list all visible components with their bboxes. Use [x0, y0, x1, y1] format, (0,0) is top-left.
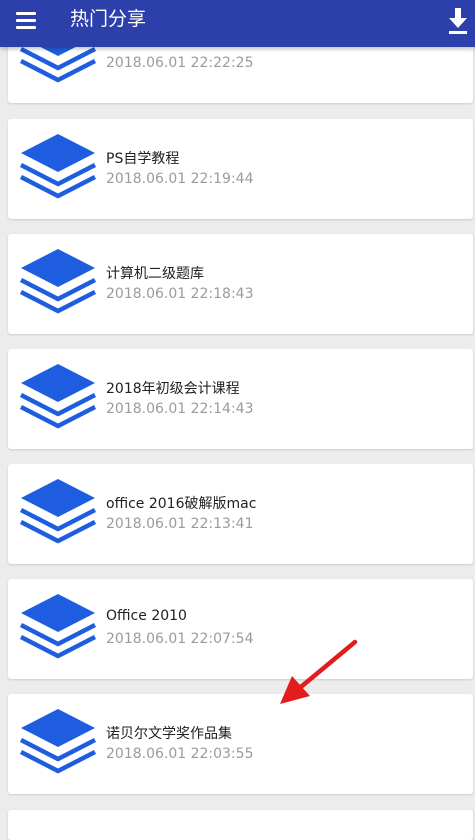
item-name: 2018年初级会计课程 [106, 381, 240, 397]
item-name: PS自学教程 [106, 151, 180, 167]
list-item[interactable]: PS自学教程 2018.06.01 22:19:44 [8, 119, 473, 219]
list-item[interactable]: 诺贝尔文学奖作品集 2018.06.01 22:03:55 [8, 694, 473, 794]
hamburger-icon[interactable] [14, 9, 40, 35]
download-icon[interactable] [446, 7, 470, 35]
item-name: 诺贝尔文学奖作品集 [106, 726, 232, 742]
layers-stack-icon [17, 362, 99, 436]
list-item[interactable] [8, 810, 473, 840]
app-bar: 热门分享 [0, 0, 475, 47]
page-title: 热门分享 [70, 8, 147, 30]
layers-stack-icon [17, 477, 99, 551]
item-date: 2018.06.01 22:07:54 [106, 631, 254, 647]
item-date: 2018.06.01 22:22:25 [106, 55, 254, 71]
item-name: Office 2010 [106, 608, 187, 624]
list-item[interactable]: office 2016破解版mac 2018.06.01 22:13:41 [8, 464, 473, 564]
list-item[interactable]: 2018年初级会计课程 2018.06.01 22:14:43 [8, 349, 473, 449]
item-date: 2018.06.01 22:19:44 [106, 171, 254, 187]
list-item[interactable]: Office 2010 2018.06.01 22:07:54 [8, 579, 473, 679]
annotation-arrow-icon [280, 639, 358, 704]
layers-stack-icon [17, 707, 99, 781]
layers-stack-icon [17, 592, 99, 666]
item-date: 2018.06.01 22:13:41 [106, 516, 254, 532]
item-date: 2018.06.01 22:18:43 [106, 286, 254, 302]
item-name: office 2016破解版mac [106, 496, 257, 512]
list-item[interactable]: 计算机二级题库 2018.06.01 22:18:43 [8, 234, 473, 334]
layers-stack-icon [17, 132, 99, 206]
layers-stack-icon [17, 247, 99, 321]
item-date: 2018.06.01 22:03:55 [106, 746, 254, 762]
item-date: 2018.06.01 22:14:43 [106, 401, 254, 417]
item-name: 计算机二级题库 [106, 266, 204, 282]
